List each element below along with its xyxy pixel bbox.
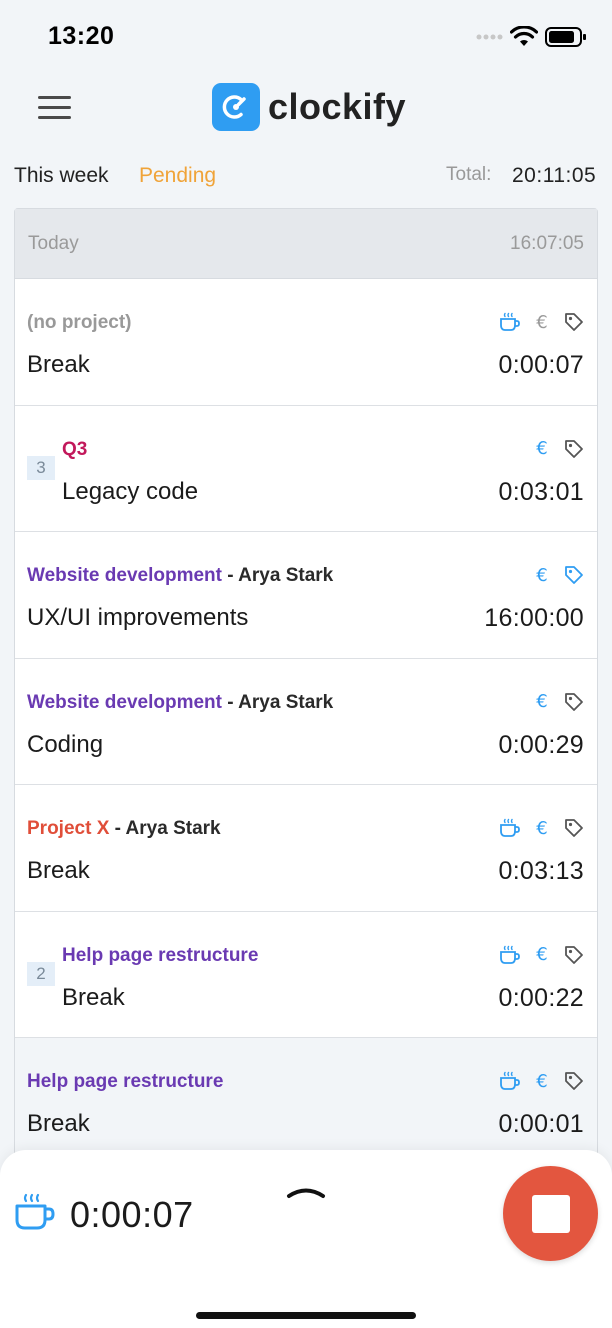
entry-icons: € — [521, 691, 585, 713]
signal-icon — [476, 34, 503, 40]
entry-description: Break — [27, 351, 90, 378]
logo-text: clockify — [268, 86, 407, 127]
entry-project: Project X - Arya Stark — [27, 818, 221, 839]
entry-description: Legacy code — [62, 477, 199, 505]
euro-billable-icon[interactable]: € — [531, 438, 553, 460]
entry-icons: € — [489, 817, 585, 839]
coffee-break-icon — [499, 311, 521, 333]
coffee-break-icon — [499, 817, 521, 839]
entry-project: Help page restructure — [62, 944, 259, 966]
running-timer-bar[interactable]: 0:00:07 — [0, 1150, 612, 1328]
time-entry[interactable]: Project X - Arya Stark € Break 0:03:13 — [15, 785, 597, 912]
coffee-break-icon — [499, 944, 521, 966]
day-card: Today 16:07:05 (no project) € Break 0:00… — [14, 208, 598, 1166]
time-entry-group[interactable]: 3 Q3 € Legacy code 0:03:01 — [15, 405, 597, 532]
tag-icon[interactable] — [563, 1070, 585, 1092]
entry-duration: 16:00:00 — [484, 604, 584, 632]
period-filter[interactable]: This week — [14, 164, 109, 188]
group-count-badge[interactable]: 2 — [27, 961, 55, 986]
time-entry-group[interactable]: 2 Help page restructure € Break 0:00:22 — [15, 911, 597, 1038]
entry-project: Help page restructure — [27, 1071, 224, 1092]
group-count-badge[interactable]: 3 — [27, 455, 55, 480]
time-entry[interactable]: Website development - Arya Stark € UX/UI… — [15, 532, 597, 659]
summary-row: This week Pending Total: 20:11:05 — [0, 160, 612, 196]
time-entry[interactable]: Help page restructure € Break 0:00:01 — [15, 1038, 597, 1165]
entry-project: Website development - Arya Stark — [27, 691, 334, 713]
entry-description: Break — [62, 983, 125, 1011]
tag-icon[interactable] — [563, 944, 585, 966]
tag-icon[interactable] — [563, 691, 585, 713]
hamburger-menu-icon[interactable] — [38, 96, 72, 122]
tag-icon[interactable] — [563, 564, 585, 586]
entry-duration: 0:00:01 — [498, 1110, 584, 1138]
entry-duration: 0:00:29 — [498, 730, 584, 759]
tag-icon[interactable] — [563, 311, 585, 333]
entry-duration: 0:00:07 — [498, 351, 584, 379]
entry-icons: € — [489, 1070, 585, 1092]
tag-icon[interactable] — [563, 438, 585, 460]
entry-duration: 0:03:13 — [498, 857, 584, 885]
entry-description: Break — [27, 1110, 90, 1137]
total-label: Total: — [446, 164, 492, 185]
status-bar: 13:20 — [0, 0, 612, 72]
euro-billable-icon[interactable]: € — [531, 817, 553, 839]
entry-icons: € — [489, 944, 585, 966]
status-time: 13:20 — [48, 22, 115, 50]
euro-billable-icon[interactable]: € — [531, 944, 553, 966]
app-header: clockify — [0, 72, 612, 150]
euro-billable-icon[interactable]: € — [531, 564, 553, 586]
stop-timer-button[interactable] — [503, 1166, 598, 1261]
home-indicator — [196, 1312, 416, 1319]
clockify-logo-icon — [212, 83, 260, 131]
euro-billable-icon[interactable]: € — [531, 311, 553, 333]
entry-icons: € — [489, 311, 585, 333]
total-value: 20:11:05 — [512, 164, 597, 187]
stop-icon — [531, 1194, 570, 1233]
tag-icon[interactable] — [563, 817, 585, 839]
battery-icon — [545, 27, 586, 47]
time-entry[interactable]: Website development - Arya Stark € Codin… — [15, 658, 597, 785]
entry-duration: 0:03:01 — [498, 477, 584, 506]
entry-duration: 0:00:22 — [498, 983, 584, 1012]
euro-billable-icon[interactable]: € — [531, 1070, 553, 1092]
coffee-break-icon — [499, 1070, 521, 1092]
entry-description: Coding — [27, 730, 104, 758]
day-label: Today — [28, 233, 79, 254]
chevron-up-icon[interactable] — [286, 1182, 326, 1200]
entry-project: Website development - Arya Stark — [27, 565, 334, 586]
entry-project: (no project) — [27, 312, 132, 333]
euro-billable-icon[interactable]: € — [531, 691, 553, 713]
entry-description: Break — [27, 857, 90, 884]
status-filter[interactable]: Pending — [139, 164, 216, 188]
time-entry[interactable]: (no project) € Break 0:00:07 — [15, 279, 597, 406]
coffee-break-icon — [15, 1193, 55, 1230]
day-total: 16:07:05 — [510, 233, 584, 254]
wifi-icon — [510, 26, 538, 46]
app-logo: clockify — [212, 82, 406, 132]
entry-description: UX/UI improvements — [27, 604, 249, 631]
entry-project: Q3 — [62, 438, 88, 460]
day-header: Today 16:07:05 — [15, 209, 597, 279]
timer-value: 0:00:07 — [70, 1194, 194, 1235]
entry-icons: € — [521, 564, 585, 586]
entry-icons: € — [521, 438, 585, 460]
